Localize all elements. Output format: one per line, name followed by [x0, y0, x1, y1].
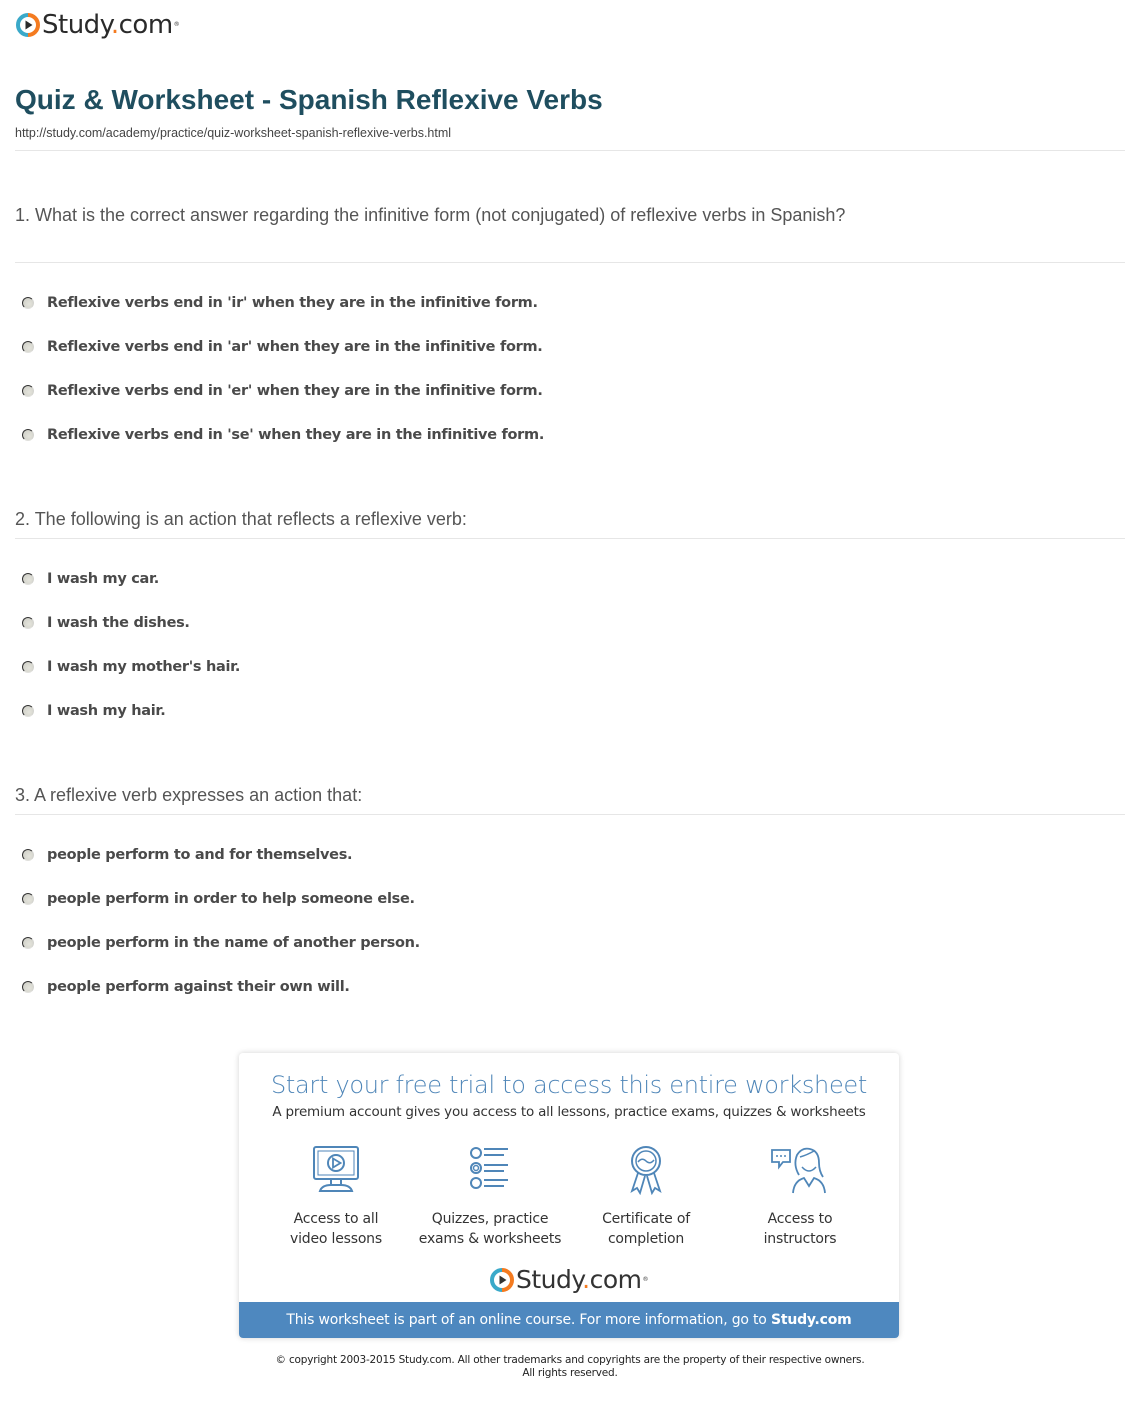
study-com-logo[interactable]: Study.com® [16, 10, 180, 40]
answer-option[interactable]: Reflexive verbs end in 'ar' when they ar… [22, 337, 543, 357]
answer-label: Reflexive verbs end in 'ar' when they ar… [47, 339, 543, 355]
feature-video-lessons: Access to all video lessons [261, 1145, 411, 1249]
answer-option[interactable]: people perform in the name of another pe… [22, 933, 420, 953]
instructor-chat-icon [771, 1147, 826, 1194]
radio-button[interactable] [22, 937, 34, 949]
question-2-divider [15, 538, 1125, 539]
radio-button[interactable] [22, 893, 34, 905]
feature-instructors: Access to instructors [725, 1145, 875, 1249]
free-trial-promo: Start your free trial to access this ent… [239, 1053, 899, 1338]
question-1: 1. What is the correct answer regarding … [15, 205, 846, 225]
feature-quizzes: Quizzes, practice exams & worksheets [415, 1145, 565, 1249]
answer-label: people perform to and for themselves. [47, 847, 353, 863]
answer-option[interactable]: people perform to and for themselves. [22, 845, 353, 865]
answer-label: Reflexive verbs end in 'er' when they ar… [47, 383, 543, 399]
answer-option[interactable]: people perform against their own will. [22, 977, 350, 997]
header-divider [15, 150, 1125, 151]
answer-option[interactable]: Reflexive verbs end in 'se' when they ar… [22, 425, 544, 445]
radio-button[interactable] [22, 341, 34, 353]
answer-label: Reflexive verbs end in 'se' when they ar… [47, 427, 545, 443]
radio-button[interactable] [22, 429, 34, 441]
answer-label: people perform in order to help someone … [47, 891, 415, 907]
answer-label: I wash my hair. [47, 703, 166, 719]
answer-label: people perform against their own will. [47, 979, 350, 995]
radio-button[interactable] [22, 385, 34, 397]
radio-button[interactable] [22, 705, 34, 717]
answer-option[interactable]: Reflexive verbs end in 'er' when they ar… [22, 381, 543, 401]
feature-label: Certificate of completion [602, 1211, 690, 1247]
answer-option[interactable]: I wash my mother's hair. [22, 657, 240, 677]
answer-label: I wash the dishes. [47, 615, 190, 631]
answer-label: Reflexive verbs end in 'ir' when they ar… [47, 295, 538, 311]
answer-option[interactable]: I wash my car. [22, 569, 159, 589]
radio-button[interactable] [22, 617, 34, 629]
promo-subtitle: A premium account gives you access to al… [272, 1104, 866, 1120]
promo-title[interactable]: Start your free trial to access this ent… [239, 1071, 899, 1099]
play-circle-logo-icon [16, 13, 40, 37]
page-title: Quiz & Worksheet - Spanish Reflexive Ver… [15, 84, 603, 115]
promo-study-com-logo[interactable]: Study.com® [239, 1265, 899, 1295]
answer-label: I wash my car. [47, 571, 160, 587]
feature-label: Access to instructors [763, 1211, 837, 1247]
answer-option[interactable]: people perform in order to help someone … [22, 889, 415, 909]
question-3: 3. A reflexive verb expresses an action … [15, 785, 363, 805]
answer-label: people perform in the name of another pe… [47, 935, 420, 951]
page-url[interactable]: http://study.com/academy/practice/quiz-w… [15, 126, 451, 140]
feature-label: Access to all video lessons [290, 1211, 382, 1247]
radio-button[interactable] [22, 573, 34, 585]
monitor-play-icon [313, 1146, 359, 1192]
logo-wordmark: Study.com® [516, 1265, 648, 1294]
feature-label: Quizzes, practice exams & worksheets [418, 1211, 562, 1247]
radio-button[interactable] [22, 849, 34, 861]
course-info-bar: This worksheet is part of an online cour… [239, 1302, 899, 1338]
radio-button[interactable] [22, 661, 34, 673]
answer-option[interactable]: I wash the dishes. [22, 613, 190, 633]
course-info-text: This worksheet is part of an online cour… [286, 1312, 767, 1328]
study-com-link[interactable]: Study.com [771, 1312, 852, 1328]
logo-wordmark: Study.com® [42, 10, 180, 40]
answer-option[interactable]: Reflexive verbs end in 'ir' when they ar… [22, 293, 538, 313]
certificate-ribbon-icon [630, 1146, 662, 1195]
quiz-list-icon [470, 1147, 508, 1189]
radio-button[interactable] [22, 297, 34, 309]
feature-certificate: Certificate of completion [571, 1145, 721, 1249]
answer-label: I wash my mother's hair. [47, 659, 241, 675]
question-3-divider [15, 814, 1125, 815]
play-circle-logo-icon [490, 1268, 514, 1292]
answer-option[interactable]: I wash my hair. [22, 701, 166, 721]
question-1-divider [15, 262, 1125, 263]
copyright-footer: © copyright 2003-2015 Study.com. All oth… [0, 1354, 1140, 1380]
question-2: 2. The following is an action that refle… [15, 509, 467, 529]
radio-button[interactable] [22, 981, 34, 993]
rights-reserved-line: All rights reserved. [522, 1367, 618, 1379]
copyright-line: © copyright 2003-2015 Study.com. All oth… [275, 1354, 865, 1366]
